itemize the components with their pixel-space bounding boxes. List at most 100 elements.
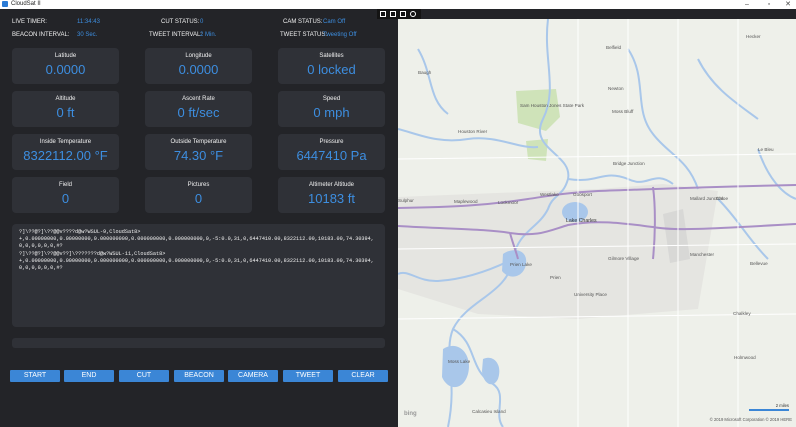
altimeter-altitude-card: Altimeter Altitude 10183 ft [278, 177, 385, 213]
altimeter-altitude-value: 10183 ft [308, 191, 355, 206]
ascent-rate-label: Ascent Rate [182, 96, 215, 102]
cam-status-label: CAM STATUS: [283, 19, 323, 25]
pictures-value: 0 [194, 191, 203, 206]
map-label-manchester: Manchester [690, 252, 714, 257]
map-label-prien: Prien [550, 275, 561, 280]
cut-status-value: 0 [200, 19, 204, 25]
telemetry-panel: LIVE TIMER: 11:34:43 BEACON INTERVAL: 30… [0, 9, 397, 427]
command-input[interactable] [12, 338, 385, 348]
map-locate-icon[interactable] [410, 11, 416, 17]
map-label-newton: Newton [608, 86, 624, 91]
minimize-icon[interactable]: – [740, 0, 754, 9]
tweet-status: TWEET STATUS: Tweeting Off [280, 31, 357, 39]
map-label-chalkley: Chalkley [733, 311, 751, 316]
map-label-prien-lake: Prien Lake [510, 262, 532, 267]
camera-button[interactable]: CAMERA [228, 370, 278, 382]
window-title: CloudSat II [11, 1, 41, 7]
altimeter-altitude-label: Altimeter Altitude [308, 182, 355, 188]
beacon-interval-value: 30 Sec. [77, 32, 98, 38]
tweet-interval-status: TWEET INTERVAL: 2 Min. [149, 31, 216, 39]
tweet-button[interactable]: TWEET [283, 370, 333, 382]
map-label-westlake: Westlake [540, 192, 559, 197]
cam-status-value: Cam Off [323, 19, 346, 25]
tweet-interval-label: TWEET INTERVAL: [149, 32, 203, 38]
longitude-card: Longitude 0.0000 [145, 48, 252, 84]
map-label-le-bleu: Le Bleu [758, 147, 774, 152]
tweet-interval-value: 2 Min. [200, 32, 217, 38]
pressure-card: Pressure 6447410 Pa [278, 134, 385, 170]
app-icon [2, 1, 8, 7]
live-timer-label: LIVE TIMER: [12, 19, 47, 25]
map-label-maplewood: Maplewood [454, 199, 478, 204]
ascent-rate-value: 0 ft/sec [177, 105, 220, 120]
speed-value: 0 mph [313, 105, 350, 120]
cam-status: CAM STATUS: Cam Off [283, 18, 345, 26]
console-line: +,0.00000000,0.00000000,0.000000000,0.00… [19, 236, 374, 250]
map-label-university-place: University Place [574, 292, 607, 297]
live-timer-status: LIVE TIMER: 11:34:43 [12, 18, 100, 26]
cut-status: CUT STATUS: 0 [161, 18, 203, 26]
longitude-label: Longitude [185, 53, 212, 59]
map-scale-bar [749, 409, 789, 411]
maximize-icon[interactable]: ▫ [762, 0, 776, 9]
tweet-status-label: TWEET STATUS: [280, 32, 328, 38]
clear-button[interactable]: CLEAR [338, 370, 388, 382]
map-label-bellevue: Bellevue [750, 261, 768, 266]
latitude-card: Latitude 0.0000 [12, 48, 119, 84]
map-label-lake-charles: Lake Charles [566, 218, 597, 224]
satellites-value: 0 locked [307, 62, 356, 77]
beacon-button[interactable]: BEACON [174, 370, 224, 382]
map-view[interactable]: Belfield Hecker Baugh Newton Sam Houston… [398, 19, 796, 427]
latitude-value: 0.0000 [45, 62, 86, 77]
beacon-interval-status: BEACON INTERVAL: 30 Sec. [12, 31, 97, 39]
speed-label: Speed [322, 96, 341, 102]
field-card: Field 0 [12, 177, 119, 213]
console-line: ?]\??@?]\??@@v??]\???????d@w?WSUL-11,Clo… [19, 250, 166, 257]
map-label-holmwood: Holmwood [734, 355, 756, 360]
pressure-label: Pressure [319, 139, 344, 145]
field-label: Field [58, 182, 72, 188]
map-label-calcasieu: Calcasieu Island [472, 409, 506, 414]
tweet-status-value: Tweeting Off [323, 32, 357, 38]
outside-temperature-label: Outside Temperature [170, 139, 227, 145]
map-label-sulphur: Sulphur [398, 198, 414, 203]
cut-status-label: CUT STATUS: [161, 19, 200, 25]
map-label-moss-lake: Moss Lake [448, 359, 471, 364]
longitude-value: 0.0000 [178, 62, 219, 77]
live-timer-value: 11:34:43 [77, 19, 100, 25]
close-icon[interactable]: ✕ [781, 0, 795, 9]
cut-button[interactable]: CUT [119, 370, 169, 382]
map-scale: 2 miles [749, 403, 789, 411]
map-style-icon[interactable] [380, 11, 386, 17]
pictures-label: Pictures [187, 182, 210, 188]
inside-temperature-card: Inside Temperature 8322112.00 °F [12, 134, 119, 170]
map-layers-icon[interactable] [390, 11, 396, 17]
start-button[interactable]: START [10, 370, 60, 382]
field-value: 0 [61, 191, 70, 206]
pictures-card: Pictures 0 [145, 177, 252, 213]
pressure-value: 6447410 Pa [296, 148, 367, 163]
map-label-sam-houston: Sam Houston Jones State Park [520, 103, 585, 108]
inside-temperature-value: 8322112.00 °F [23, 148, 108, 163]
map-label-lockmoor: Lockmoor [498, 200, 519, 205]
map-label-hecker: Hecker [746, 34, 761, 39]
map-label-houston-river: Houston River [458, 129, 488, 134]
map-label-moss-bluff: Moss Bluff [612, 109, 634, 114]
map-label-chloe: Chloe [716, 196, 728, 201]
serial-console[interactable]: ?]\??@?]\??@@v????d@w?WSUL-9,CloudSat8> … [12, 224, 385, 327]
bing-logo: bing [404, 411, 417, 417]
satellites-card: Satellites 0 locked [278, 48, 385, 84]
ascent-rate-card: Ascent Rate 0 ft/sec [145, 91, 252, 127]
beacon-interval-label: BEACON INTERVAL: [12, 32, 70, 38]
title-bar: CloudSat II – ▫ ✕ [0, 0, 796, 9]
satellites-label: Satellites [319, 53, 344, 59]
map-copyright: © 2019 Microsoft Corporation © 2019 HERE [709, 417, 792, 422]
console-line: +,0.00000000,0.00000000,0.000000000,0.00… [19, 257, 374, 272]
map-scale-label: 2 miles [775, 403, 789, 408]
latitude-label: Latitude [54, 53, 77, 59]
end-button[interactable]: END [64, 370, 114, 382]
map-save-icon[interactable] [400, 11, 406, 17]
map-label-bridge-junction: Bridge Junction [613, 161, 645, 166]
map-label-baugh: Baugh [418, 70, 432, 75]
outside-temperature-card: Outside Temperature 74.30 °F [145, 134, 252, 170]
